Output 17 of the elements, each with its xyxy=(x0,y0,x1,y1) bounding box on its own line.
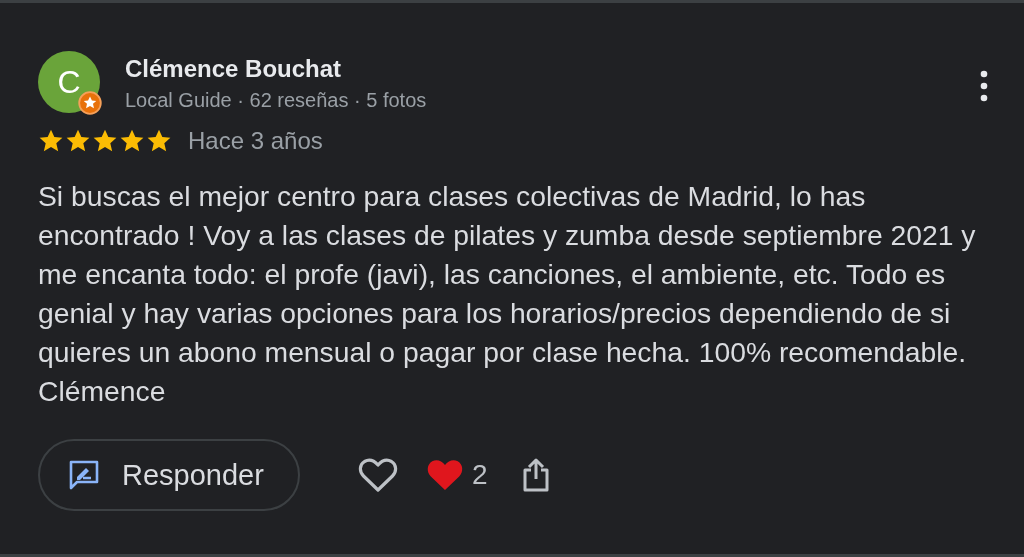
star-icon xyxy=(38,128,64,154)
reply-button[interactable]: Responder xyxy=(38,439,300,511)
star-badge-icon xyxy=(78,91,102,115)
share-icon[interactable] xyxy=(521,457,552,493)
author-meta: Local Guide · 62 reseñas · 5 fotos xyxy=(125,89,428,112)
heart-outline-icon[interactable] xyxy=(357,457,398,493)
star-icon xyxy=(65,128,91,154)
star-icon xyxy=(146,128,172,154)
author-name[interactable]: Clémence Bouchat xyxy=(125,55,980,83)
star-icon xyxy=(119,128,145,154)
reaction-count: 2 xyxy=(471,459,488,491)
review-date: Hace 3 años xyxy=(188,127,323,155)
more-options-icon[interactable] xyxy=(980,70,988,102)
heart-icon[interactable] xyxy=(425,458,464,492)
reply-icon xyxy=(68,459,100,491)
review-text: Si buscas el mejor centro para clases colectivas de Madrid, lo has encontrado ! Voy a las clases de pilates y zumba desde septiembre 2021 y me encanta todo: el profe (javi), las canciones, el ambiente, etc. Todo es genial y hay varias opciones para los horarios/precios dependiendo de si quieres un abono mensual o pagar por clase hecha. 100% recomendable. Clémence xyxy=(38,179,977,409)
star-icon xyxy=(92,128,118,154)
